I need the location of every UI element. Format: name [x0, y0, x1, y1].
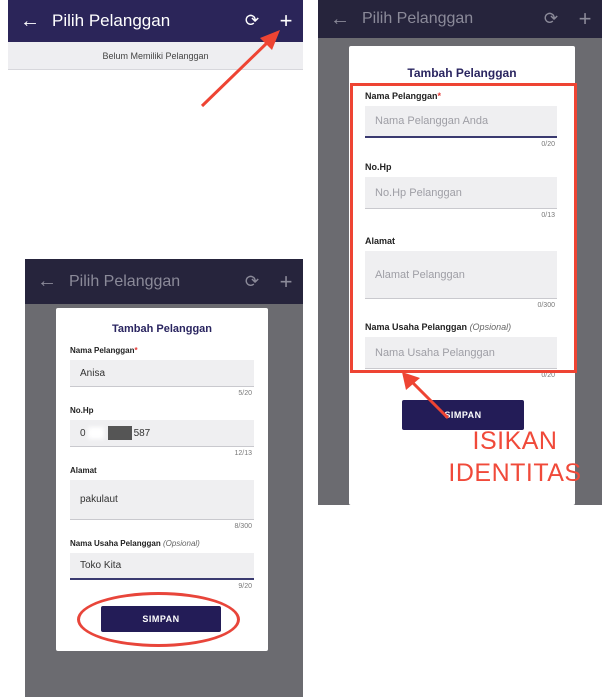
phone-field: No.Hp 0 587 12/13	[70, 406, 254, 457]
phone-prefix: 0	[80, 427, 86, 439]
char-counter: 5/20	[238, 390, 252, 397]
annotation-line: ISIKAN	[472, 427, 558, 455]
field-label: Nama Pelanggan	[70, 346, 135, 355]
dialog-title: Tambah Pelanggan	[111, 323, 213, 335]
annotation-text: ISIKAN IDENTITAS	[440, 425, 590, 489]
app-bar: ← Pilih Pelanggan ⟳ +	[318, 0, 602, 38]
field-label: Nama Usaha Pelanggan	[70, 539, 161, 548]
add-customer-icon[interactable]: +	[568, 6, 602, 32]
back-arrow-icon[interactable]: ←	[25, 270, 69, 293]
required-mark: *	[134, 346, 138, 355]
char-counter: 8/300	[234, 523, 252, 530]
app-bar: ← Pilih Pelanggan ⟳ +	[25, 259, 303, 304]
back-arrow-icon[interactable]: ←	[8, 10, 52, 33]
add-customer-icon[interactable]: +	[269, 269, 303, 295]
field-label: Alamat	[70, 466, 97, 475]
highlight-oval	[77, 592, 240, 647]
char-counter: 9/20	[238, 583, 252, 590]
address-input[interactable]: pakulaut	[70, 480, 254, 520]
page-title: Pilih Pelanggan	[69, 272, 181, 290]
annotation-arrow	[402, 372, 450, 420]
redaction-blur	[87, 427, 104, 439]
highlight-box	[350, 83, 577, 373]
annotation-arrow	[200, 30, 280, 108]
back-arrow-icon[interactable]: ←	[318, 8, 362, 31]
business-name-field: Nama Usaha Pelanggan (Opsional) Toko Kit…	[70, 539, 254, 590]
char-counter: 12/13	[234, 450, 252, 457]
refresh-icon[interactable]: ⟳	[534, 9, 568, 29]
dialog-title: Tambah Pelanggan	[407, 66, 517, 80]
annotation-line: IDENTITAS	[448, 459, 582, 487]
phone-input[interactable]: 0 587	[70, 420, 254, 447]
page-title: Pilih Pelanggan	[362, 10, 474, 27]
optional-note: (Opsional)	[162, 539, 200, 548]
phone-suffix: 587	[133, 427, 151, 439]
address-field: Alamat pakulaut 8/300	[70, 466, 254, 530]
redaction-mask	[107, 426, 132, 440]
char-counter: 0/20	[541, 372, 555, 379]
customer-name-field: Nama Pelanggan* Anisa 5/20	[70, 346, 254, 397]
refresh-icon[interactable]: ⟳	[235, 272, 269, 292]
business-name-input[interactable]: Toko Kita	[70, 553, 254, 580]
customer-name-input[interactable]: Anisa	[70, 360, 254, 387]
field-label: No.Hp	[70, 406, 94, 415]
